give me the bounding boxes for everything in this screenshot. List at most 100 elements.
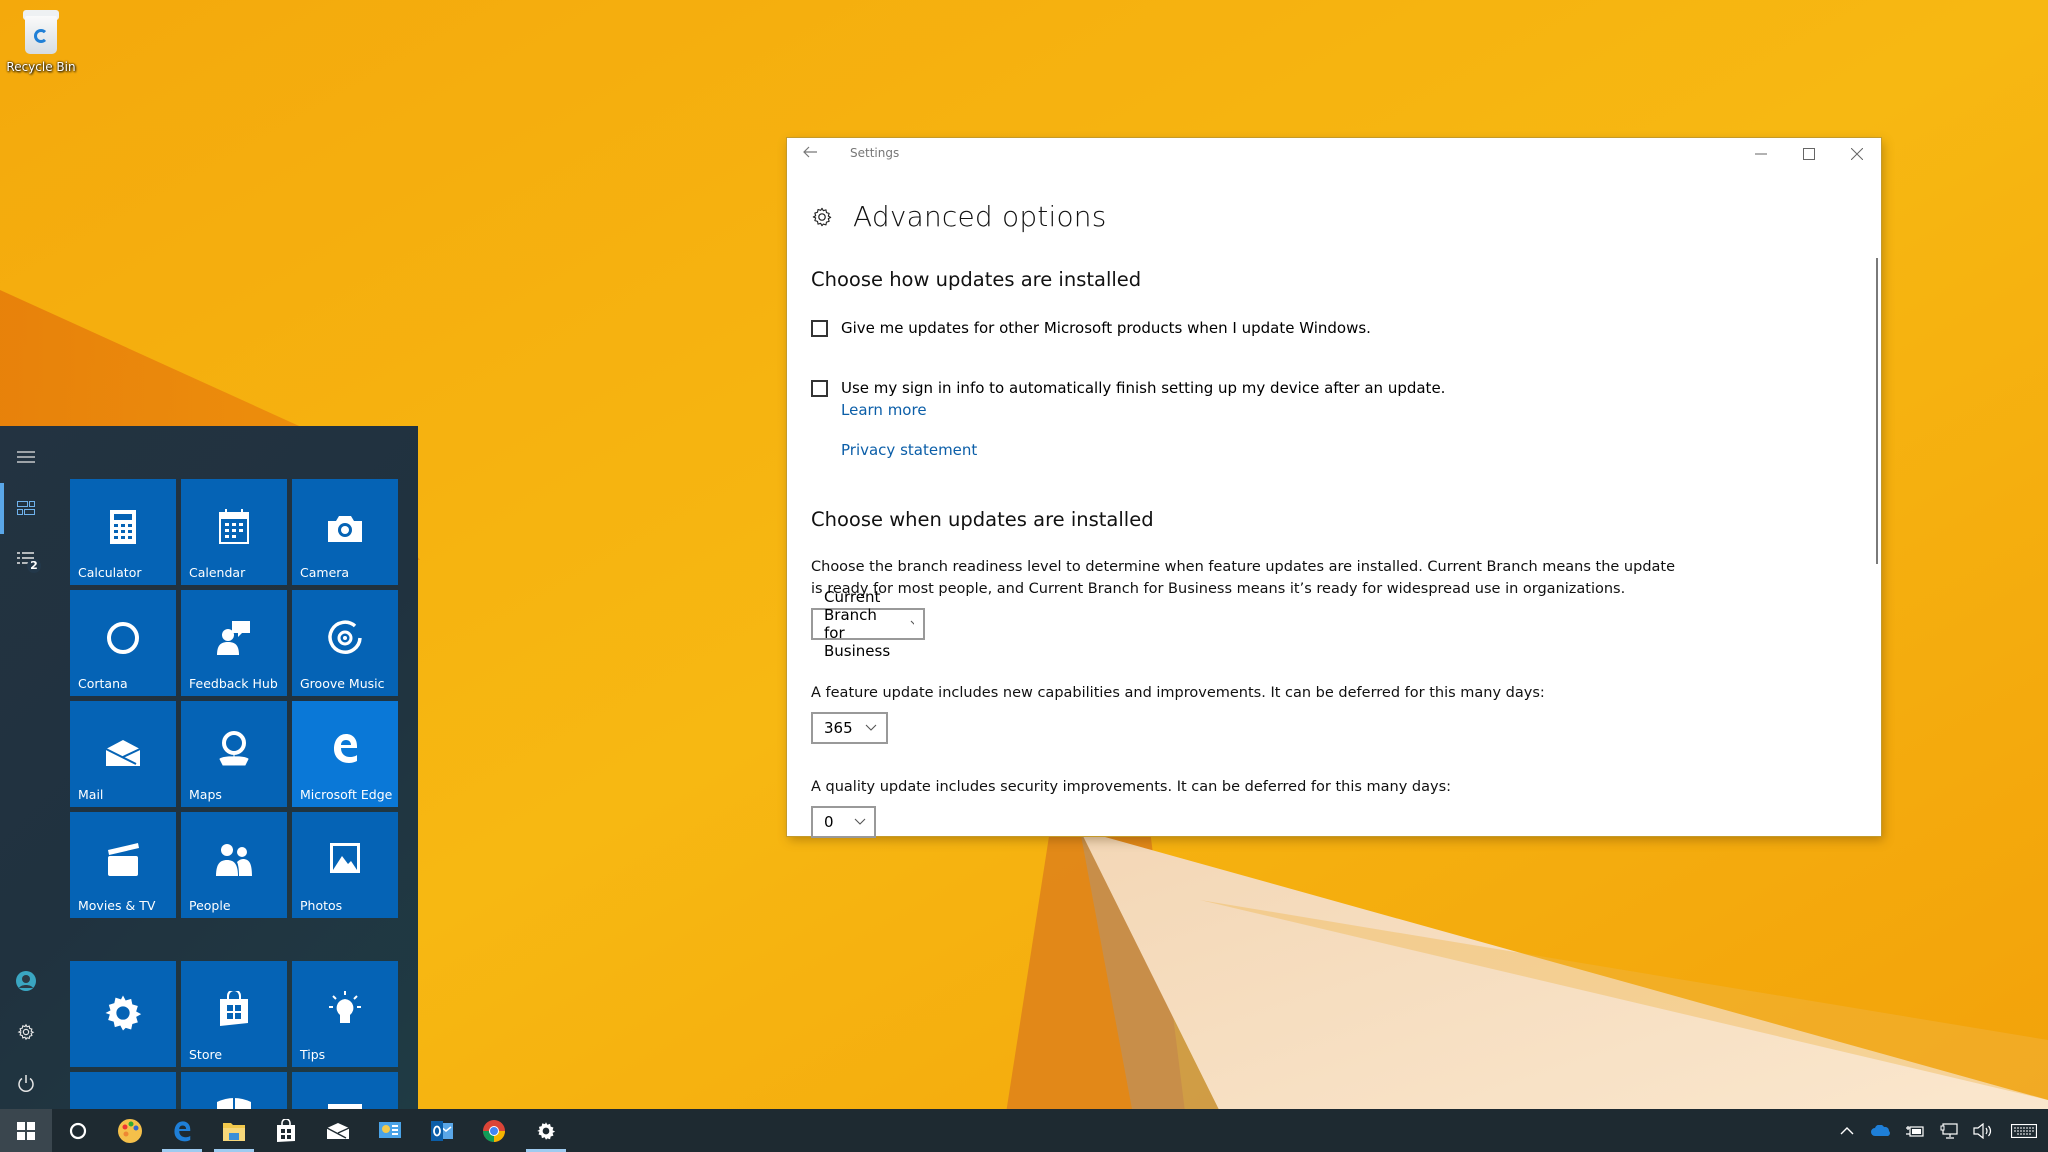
- start-button[interactable]: [0, 1109, 52, 1152]
- desktop-icon-label: Recycle Bin: [6, 60, 76, 74]
- tray-onedrive[interactable]: [1864, 1109, 1898, 1152]
- edge-icon: [334, 734, 357, 763]
- maximize-button[interactable]: [1785, 138, 1833, 170]
- maps-icon: [219, 731, 249, 766]
- feature-defer-dropdown[interactable]: 365: [811, 712, 888, 744]
- dropdown-value: Current Branch for Business: [824, 588, 891, 660]
- tile-photos[interactable]: Photos: [292, 812, 398, 918]
- taskbar-chrome[interactable]: [468, 1109, 520, 1152]
- user-account-button[interactable]: [0, 961, 52, 1001]
- tile-label: Calculator: [78, 565, 142, 580]
- page-header: Advanced options: [811, 200, 1107, 233]
- paint-palette-icon: [118, 1118, 142, 1143]
- tile-movies-tv[interactable]: Movies & TV: [70, 812, 176, 918]
- taskbar-file-explorer[interactable]: [208, 1109, 260, 1152]
- tile-microsoft-edge[interactable]: Microsoft Edge: [292, 701, 398, 807]
- tile-calendar[interactable]: Calendar: [181, 479, 287, 585]
- tile-calculator[interactable]: Calculator: [70, 479, 176, 585]
- quality-defer-dropdown[interactable]: 0: [811, 806, 876, 838]
- tray-touch-keyboard[interactable]: [2004, 1109, 2044, 1152]
- keyboard-icon: [2011, 1123, 2037, 1138]
- checkbox-sign-in-info[interactable]: [811, 380, 828, 397]
- tile-camera[interactable]: Camera: [292, 479, 398, 585]
- tray-network[interactable]: [1932, 1109, 1966, 1152]
- taskbar-edge[interactable]: [156, 1109, 208, 1152]
- tile-label: Photos: [300, 898, 343, 913]
- tile-maps[interactable]: Maps: [181, 701, 287, 807]
- checkbox-microsoft-products[interactable]: [811, 320, 828, 337]
- learn-more-link[interactable]: Learn more: [841, 400, 927, 420]
- tile-partial-2[interactable]: [181, 1072, 287, 1109]
- taskbar-control-panel[interactable]: [364, 1109, 416, 1152]
- desktop-icon-recycle-bin[interactable]: Recycle Bin: [4, 8, 78, 74]
- tile-label: Microsoft Edge: [300, 787, 393, 802]
- chevron-down-icon: [910, 620, 915, 625]
- movies-tv-icon: [108, 843, 139, 876]
- tiles-view-button[interactable]: [0, 488, 52, 528]
- cortana-icon: [107, 622, 139, 654]
- tile-partial-1[interactable]: [70, 1072, 176, 1109]
- vertical-scrollbar[interactable]: [1876, 258, 1878, 564]
- expand-menu-button[interactable]: [0, 437, 52, 477]
- tile-label: Cortana: [78, 676, 128, 691]
- tile-label: Mail: [78, 787, 104, 802]
- tile-store[interactable]: Store: [181, 961, 287, 1067]
- start-menu: 2 Calculator Calendar Camera Cortana Fee…: [0, 426, 418, 1109]
- camera-icon: [328, 516, 362, 542]
- branch-description: Choose the branch readiness level to det…: [811, 559, 1676, 597]
- section-title-when-updates: Choose when updates are installed: [811, 508, 1154, 531]
- tile-people[interactable]: People: [181, 812, 287, 918]
- tile-label: Camera: [300, 565, 350, 580]
- back-button[interactable]: [799, 144, 821, 164]
- taskbar-mail[interactable]: [312, 1109, 364, 1152]
- branch-readiness-dropdown[interactable]: Current Branch for Business: [811, 588, 926, 660]
- taskbar-paint[interactable]: [104, 1109, 156, 1152]
- tile-tips[interactable]: Tips: [292, 961, 398, 1067]
- tile-settings[interactable]: [70, 961, 176, 1067]
- control-panel-icon: [379, 1121, 401, 1138]
- tile-label: Groove Music: [300, 676, 385, 691]
- checkbox-label: Give me updates for other Microsoft prod…: [841, 319, 1371, 337]
- tray-power[interactable]: [1898, 1109, 1932, 1152]
- checkbox-label: Use my sign in info to automatically fin…: [841, 379, 1446, 397]
- close-button[interactable]: [1833, 138, 1881, 170]
- chrome-icon: [483, 1119, 505, 1142]
- maximize-icon: [1803, 148, 1815, 160]
- title-bar[interactable]: Settings: [787, 138, 1881, 170]
- settings-gear-icon: [537, 1121, 556, 1140]
- calendar-icon: [219, 509, 249, 544]
- minimize-button[interactable]: [1737, 138, 1785, 170]
- dropdown-value: 0: [824, 813, 834, 831]
- gear-icon: [812, 207, 832, 226]
- taskbar-settings[interactable]: [520, 1109, 572, 1152]
- tray-volume[interactable]: [1966, 1109, 2000, 1152]
- start-settings-button[interactable]: [0, 1012, 52, 1052]
- speaker-icon: [1973, 1122, 1992, 1139]
- cloud-icon: [1871, 1124, 1890, 1136]
- tile-partial-3[interactable]: [292, 1072, 398, 1109]
- taskbar-store[interactable]: [260, 1109, 312, 1152]
- tile-cortana[interactable]: Cortana: [70, 590, 176, 696]
- people-icon: [216, 844, 252, 876]
- tile-label: Feedback Hub: [189, 676, 278, 691]
- taskbar-outlook[interactable]: [416, 1109, 468, 1152]
- tile-groove-music[interactable]: Groove Music: [292, 590, 398, 696]
- dropdown-value: 365: [824, 719, 853, 737]
- checkbox-row-microsoft-products[interactable]: Give me updates for other Microsoft prod…: [811, 319, 1371, 338]
- photos-icon: [330, 843, 360, 873]
- tile-feedback-hub[interactable]: Feedback Hub: [181, 590, 287, 696]
- checkbox-row-sign-in-info[interactable]: Use my sign in info to automatically fin…: [811, 379, 1446, 420]
- settings-window: Settings Advanced options Choose how upd…: [787, 138, 1881, 838]
- all-apps-button[interactable]: 2: [0, 539, 52, 579]
- tile-label: Tips: [300, 1047, 326, 1062]
- chevron-up-icon: [1840, 1126, 1854, 1134]
- store-icon: [220, 991, 248, 1026]
- tile-mail[interactable]: Mail: [70, 701, 176, 807]
- privacy-statement-link[interactable]: Privacy statement: [841, 440, 977, 460]
- taskbar-cortana[interactable]: [52, 1109, 104, 1152]
- chevron-down-icon: [854, 818, 866, 825]
- power-button[interactable]: [0, 1063, 52, 1103]
- app-title: Settings: [850, 146, 900, 160]
- tray-show-hidden-icons[interactable]: [1830, 1109, 1864, 1152]
- recycle-bin-icon: [21, 8, 61, 56]
